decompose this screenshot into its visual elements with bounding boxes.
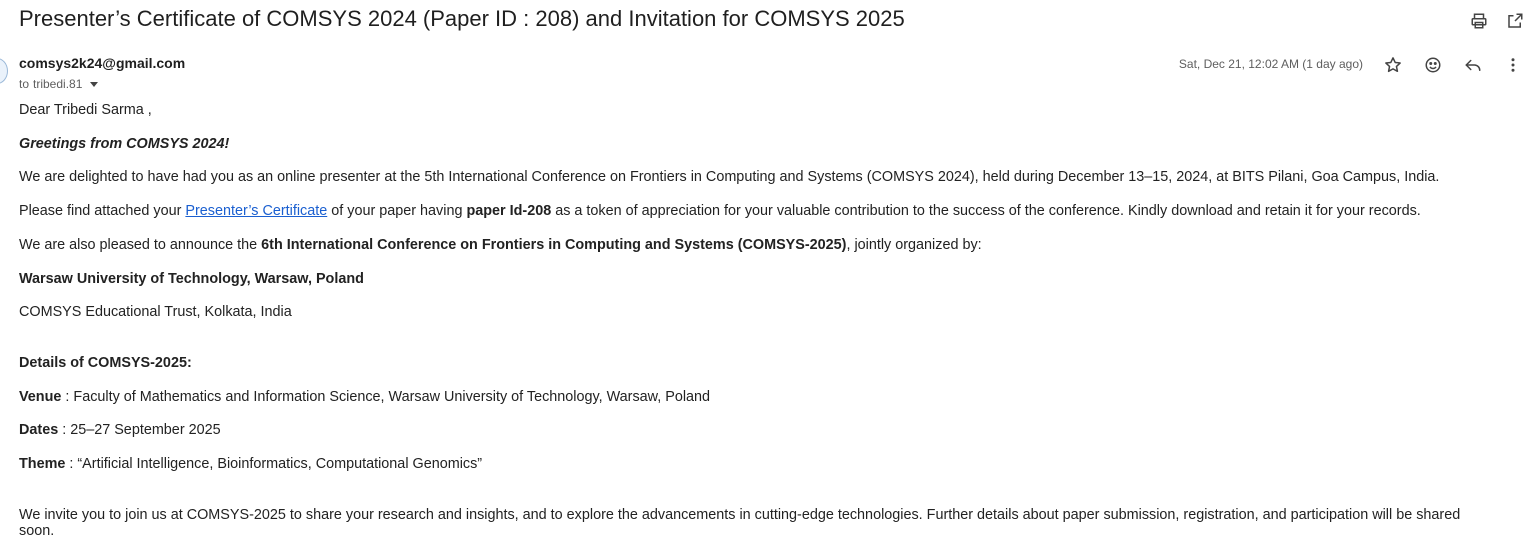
closing-paragraph: We invite you to join us at COMSYS-2025 …: [19, 507, 1461, 539]
organizer-secondary: COMSYS Educational Trust, Kolkata, India: [19, 304, 292, 320]
certificate-text-after: as a token of appreciation for your valu…: [551, 203, 1421, 219]
dates-value: : 25–27 September 2025: [58, 422, 221, 438]
details-heading: Details of COMSYS-2025:: [19, 355, 192, 371]
certificate-link[interactable]: Presenter’s Certificate: [185, 203, 327, 219]
certificate-text-mid: of your paper having: [327, 203, 467, 219]
recipient-prefix: to: [19, 77, 30, 91]
greeting: Dear Tribedi Sarma ,: [19, 102, 152, 118]
thread-toolbar: [1462, 10, 1532, 32]
reply-icon[interactable]: [1462, 54, 1484, 76]
recipient-details-chevron-icon[interactable]: [90, 82, 99, 87]
conference-name: 6th International Conference on Frontier…: [261, 237, 847, 253]
star-icon[interactable]: [1382, 54, 1404, 76]
open-in-new-window-icon[interactable]: [1504, 10, 1526, 32]
paragraph-announcement: We are also pleased to announce the 6th …: [19, 237, 982, 253]
greetings-line: Greetings from COMSYS 2024!: [19, 136, 230, 152]
paragraph-presenter: We are delighted to have had you as an o…: [19, 169, 1440, 185]
venue-value: : Faculty of Mathematics and Information…: [61, 389, 711, 405]
venue-label: Venue: [19, 389, 62, 405]
more-options-icon[interactable]: [1502, 54, 1524, 76]
sender-email[interactable]: comsys2k24@gmail.com: [19, 55, 185, 71]
certificate-text-before: Please find attached your: [19, 203, 186, 219]
paragraph-certificate: Please find attached your Presenter’s Ce…: [19, 203, 1421, 219]
email-date: Sat, Dec 21, 12:02 AM (1 day ago): [1178, 57, 1363, 71]
paper-id: paper Id-208: [466, 203, 552, 219]
print-icon[interactable]: [1468, 10, 1490, 32]
dates-line: Dates : 25–27 September 2025: [19, 422, 221, 438]
theme-line: Theme : “Artificial Intelligence, Bioinf…: [19, 456, 482, 472]
dates-label: Dates: [19, 422, 59, 438]
venue-line: Venue : Faculty of Mathematics and Infor…: [19, 389, 710, 405]
email-subject: Presenter’s Certificate of COMSYS 2024 (…: [19, 6, 905, 31]
organizer-primary: Warsaw University of Technology, Warsaw,…: [19, 271, 364, 287]
sender-avatar[interactable]: [0, 58, 8, 84]
emoji-reaction-icon[interactable]: [1422, 54, 1444, 76]
recipient-line: to tribedi.81: [19, 77, 99, 91]
announcement-text-before: We are also pleased to announce the: [19, 237, 262, 253]
announcement-text-after: , jointly organized by:: [846, 237, 982, 253]
theme-value: : “Artificial Intelligence, Bioinformati…: [65, 456, 483, 472]
theme-label: Theme: [19, 456, 66, 472]
recipient-name: tribedi.81: [33, 77, 83, 91]
